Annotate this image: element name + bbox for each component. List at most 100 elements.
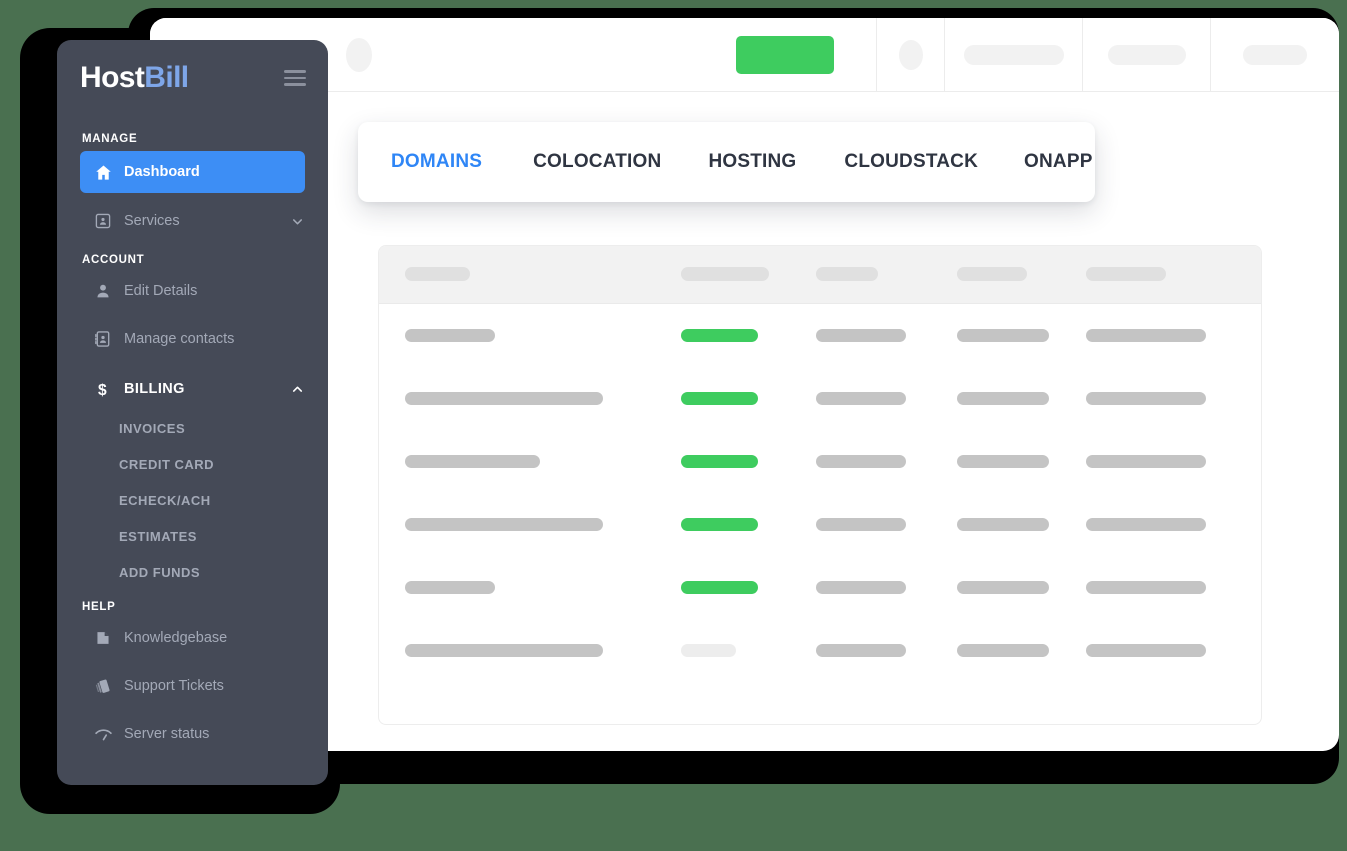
table-row[interactable]	[379, 367, 1261, 430]
sidebar-subitem-echeck-ach[interactable]: ECHECK/ACH	[57, 483, 328, 519]
cell-placeholder	[681, 644, 736, 657]
hamburger-line	[284, 70, 306, 73]
sidebar-item-label: Support Tickets	[124, 678, 224, 694]
cell-placeholder	[405, 329, 495, 342]
logo-text-host: Host	[80, 61, 145, 94]
brand-logo: HostBill	[80, 63, 189, 93]
cell-placeholder	[957, 644, 1049, 657]
sidebar-subitem-credit-card[interactable]: CREDIT CARD	[57, 447, 328, 483]
table-header-row	[379, 246, 1261, 304]
cell-placeholder	[405, 455, 540, 468]
cell-placeholder	[957, 581, 1049, 594]
table-row[interactable]	[379, 556, 1261, 619]
tab-cloudstack[interactable]: CLOUDSTACK	[844, 151, 978, 173]
status-badge	[681, 455, 758, 468]
cell-placeholder	[816, 581, 906, 594]
sidebar-item-edit-details[interactable]: Edit Details	[80, 272, 305, 310]
sidebar-item-dashboard[interactable]: Dashboard	[80, 151, 305, 193]
placeholder-pill	[963, 44, 1064, 65]
table-body	[379, 304, 1261, 682]
sidebar-item-label: Dashboard	[124, 164, 200, 180]
placeholder-pill	[1107, 44, 1186, 65]
table-row[interactable]	[379, 430, 1261, 493]
sidebar: HostBill MANAGE Dashboard Services ACCOU…	[57, 40, 328, 785]
primary-action-button[interactable]	[736, 35, 834, 74]
sidebar-item-knowledgebase[interactable]: Knowledgebase	[80, 619, 305, 657]
status-badge	[681, 518, 758, 531]
tab-hosting[interactable]: HOSTING	[708, 151, 796, 173]
cell-placeholder	[816, 392, 906, 405]
cell-placeholder	[957, 518, 1049, 531]
avatar	[346, 37, 372, 72]
sidebar-item-label: Edit Details	[124, 283, 198, 299]
person-icon	[94, 282, 120, 300]
tab-onapp[interactable]: ONAPP	[1024, 151, 1093, 173]
cell-placeholder	[1086, 644, 1206, 657]
sidebar-item-server-status[interactable]: Server status	[80, 715, 305, 753]
sidebar-subitem-invoices[interactable]: INVOICES	[57, 411, 328, 447]
contact-card-icon	[94, 330, 120, 348]
dollar-icon: $	[94, 380, 120, 399]
tickets-icon	[94, 677, 120, 696]
sidebar-item-manage-contacts[interactable]: Manage contacts	[80, 320, 305, 358]
gauge-icon	[94, 725, 120, 744]
top-bar-user-circle[interactable]	[877, 18, 945, 91]
placeholder-pill	[1243, 44, 1307, 65]
column-header-placeholder	[681, 267, 769, 281]
cell-placeholder	[1086, 455, 1206, 468]
sidebar-item-label: Services	[124, 213, 180, 229]
cell-placeholder	[1086, 518, 1206, 531]
cell-placeholder	[957, 455, 1049, 468]
status-badge	[681, 392, 758, 405]
document-icon	[94, 629, 120, 647]
sidebar-subitem-add-funds[interactable]: ADD FUNDS	[57, 555, 328, 591]
top-bar-item-1[interactable]	[945, 18, 1083, 91]
table-row[interactable]	[379, 493, 1261, 556]
sidebar-item-support-tickets[interactable]: Support Tickets	[80, 667, 305, 705]
id-card-icon	[94, 212, 120, 230]
table-row[interactable]	[379, 304, 1261, 367]
status-badge	[681, 329, 758, 342]
hamburger-icon[interactable]	[284, 70, 306, 86]
column-header-placeholder	[1086, 267, 1166, 281]
cell-placeholder	[957, 392, 1049, 405]
cell-placeholder	[816, 644, 906, 657]
sidebar-subitem-estimates[interactable]: ESTIMATES	[57, 519, 328, 555]
user-circle-icon	[898, 39, 923, 70]
cell-placeholder	[1086, 581, 1206, 594]
home-icon	[94, 163, 120, 182]
sidebar-item-label: BILLING	[124, 381, 185, 397]
cell-placeholder	[1086, 392, 1206, 405]
top-bar	[150, 18, 1339, 92]
tab-bar: DOMAINS COLOCATION HOSTING CLOUDSTACK ON…	[358, 122, 1095, 202]
table-row[interactable]	[379, 619, 1261, 682]
cell-placeholder	[405, 581, 495, 594]
chevron-up-icon[interactable]	[290, 382, 305, 397]
chevron-down-icon[interactable]	[290, 214, 305, 229]
cell-placeholder	[405, 644, 603, 657]
cell-placeholder	[816, 518, 906, 531]
column-header-placeholder	[816, 267, 878, 281]
sidebar-header: HostBill	[57, 40, 328, 116]
sidebar-item-label: Knowledgebase	[124, 630, 228, 646]
tab-colocation[interactable]: COLOCATION	[533, 151, 661, 173]
hamburger-line	[284, 83, 306, 86]
sidebar-item-billing[interactable]: $ BILLING	[80, 370, 305, 408]
sidebar-item-services[interactable]: Services	[80, 202, 305, 240]
logo-text-bill: Bill	[144, 61, 189, 94]
top-bar-item-3[interactable]	[1211, 18, 1339, 91]
status-badge	[681, 581, 758, 594]
sidebar-item-label: Manage contacts	[124, 331, 235, 347]
data-table	[378, 245, 1262, 725]
svg-text:$: $	[98, 381, 107, 398]
sidebar-section-help: HELP	[82, 601, 116, 613]
tab-domains[interactable]: DOMAINS	[391, 151, 482, 173]
hamburger-line	[284, 76, 306, 80]
cell-placeholder	[1086, 329, 1206, 342]
column-header-placeholder	[405, 267, 470, 281]
column-header-placeholder	[957, 267, 1027, 281]
top-bar-item-2[interactable]	[1083, 18, 1211, 91]
cell-placeholder	[816, 329, 906, 342]
cell-placeholder	[957, 329, 1049, 342]
cell-placeholder	[405, 392, 603, 405]
